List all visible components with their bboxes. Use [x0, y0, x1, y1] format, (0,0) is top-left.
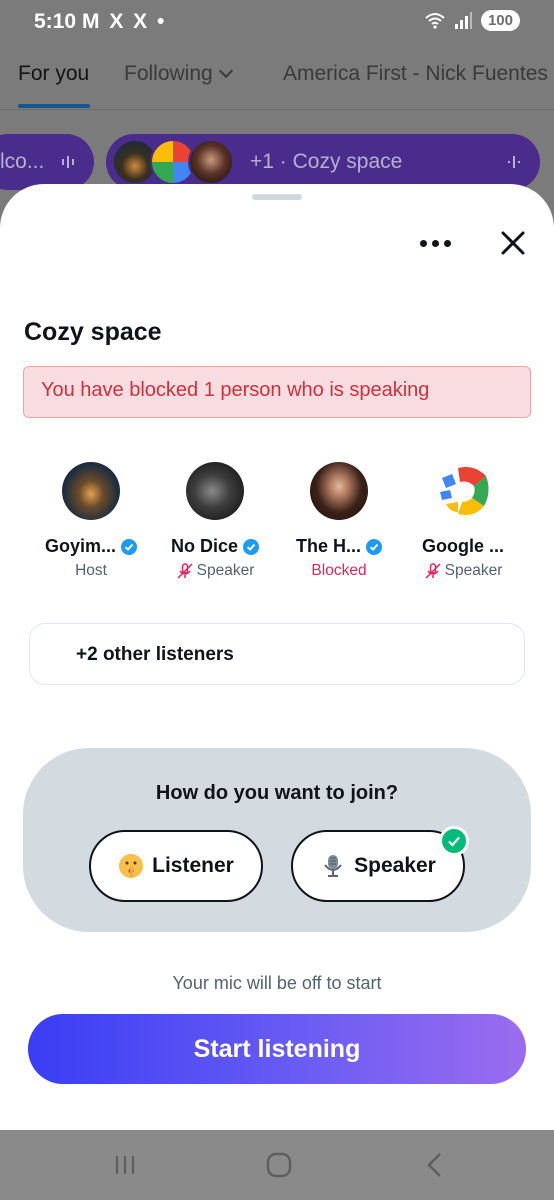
mic-off-icon: [425, 563, 441, 579]
participant-google[interactable]: Google ... Speaker: [401, 462, 525, 580]
active-tab-indicator: [18, 104, 90, 108]
wifi-icon: [425, 12, 445, 29]
tab-following-label: Following: [124, 62, 213, 85]
notification-icons: M X X •: [82, 10, 167, 33]
signal-icon: [454, 11, 472, 29]
tab-america-first[interactable]: America First - Nick Fuentes: [283, 62, 548, 86]
mic-note: Your mic will be off to start: [172, 973, 382, 993]
participant-name: The H...: [295, 536, 361, 556]
blocked-banner: You have blocked 1 person who is speakin…: [23, 366, 531, 418]
participant-name-row: The H...: [277, 536, 401, 557]
participant-name-row: Goyim...: [29, 536, 153, 557]
participant-role: Blocked: [311, 562, 367, 579]
participant-name: Google ...: [421, 536, 504, 556]
microphone-icon: [324, 855, 342, 877]
shush-emoji-icon: [119, 854, 144, 878]
join-question: How do you want to join?: [155, 782, 399, 804]
google-logo-icon: [440, 467, 489, 515]
tab-for-you[interactable]: For you: [18, 62, 89, 86]
battery-badge: 100: [480, 10, 520, 31]
audio-bars-icon: [62, 156, 74, 168]
system-nav-bar: [0, 1130, 554, 1200]
close-icon[interactable]: [500, 230, 526, 256]
more-icon[interactable]: [420, 236, 454, 250]
space-title: Cozy space: [24, 318, 162, 346]
background-app: 5:10 M X X • 100 For you Following Ameri…: [0, 0, 554, 200]
space-sheet: Cozy space You have blocked 1 person who…: [0, 184, 554, 1130]
audio-bars-icon: [508, 156, 520, 168]
status-right: 100: [425, 10, 520, 31]
participant-speaker[interactable]: No Dice Speaker: [153, 462, 277, 580]
timeline-tabs: For you Following America First - Nick F…: [0, 56, 554, 110]
space-pill-label: lco...: [0, 150, 45, 173]
avatar: [434, 462, 492, 520]
space-pill[interactable]: lco...: [0, 134, 94, 190]
chevron-down-icon: [218, 63, 233, 79]
avatar: [188, 139, 234, 185]
participants-row: Goyim... Host No Dice Speaker The H... B…: [0, 462, 554, 592]
avatar: [186, 462, 244, 520]
status-bar: 5:10 M X X • 100: [0, 0, 554, 44]
participant-blocked[interactable]: The H... Blocked: [277, 462, 401, 580]
space-pill-label: +1 · Cozy space: [250, 150, 403, 173]
verified-icon: [366, 538, 382, 555]
join-as-listener-button[interactable]: Listener: [89, 830, 263, 902]
avatar: [62, 462, 120, 520]
home-icon[interactable]: [264, 1150, 294, 1180]
drag-handle[interactable]: [252, 194, 302, 200]
check-icon: [448, 836, 460, 847]
avatar: [310, 462, 368, 520]
participant-role-row: Speaker: [153, 562, 277, 580]
participant-name-row: No Dice: [153, 536, 277, 557]
participant-name: Goyim...: [44, 536, 116, 556]
verified-icon: [121, 538, 137, 555]
space-pill-cozy[interactable]: +1 · Cozy space: [106, 134, 540, 190]
participant-role: Host: [75, 562, 107, 579]
participant-name-row: Google ...: [401, 536, 525, 557]
other-listeners-button[interactable]: +2 other listeners: [29, 623, 525, 685]
start-listening-button[interactable]: Start listening: [28, 1014, 526, 1084]
back-icon[interactable]: [420, 1150, 450, 1180]
join-mode-panel: How do you want to join? Listener Speake…: [23, 748, 531, 932]
participant-role: Speaker: [444, 562, 503, 579]
join-speaker-label: Speaker: [354, 854, 436, 877]
status-time: 5:10: [34, 10, 77, 33]
participant-role: Speaker: [196, 562, 255, 579]
join-listener-label: Listener: [152, 854, 234, 877]
participant-name: No Dice: [170, 536, 239, 556]
recents-icon[interactable]: [110, 1150, 140, 1180]
selected-check-badge: [439, 826, 469, 856]
participant-host[interactable]: Goyim... Host: [29, 462, 153, 580]
avatar-stack: [112, 139, 234, 185]
join-as-speaker-button[interactable]: Speaker: [291, 826, 469, 902]
mic-off-icon: [177, 563, 193, 579]
tab-following[interactable]: Following: [124, 62, 233, 86]
verified-icon: [243, 538, 260, 555]
participant-role-row: Speaker: [401, 562, 525, 580]
